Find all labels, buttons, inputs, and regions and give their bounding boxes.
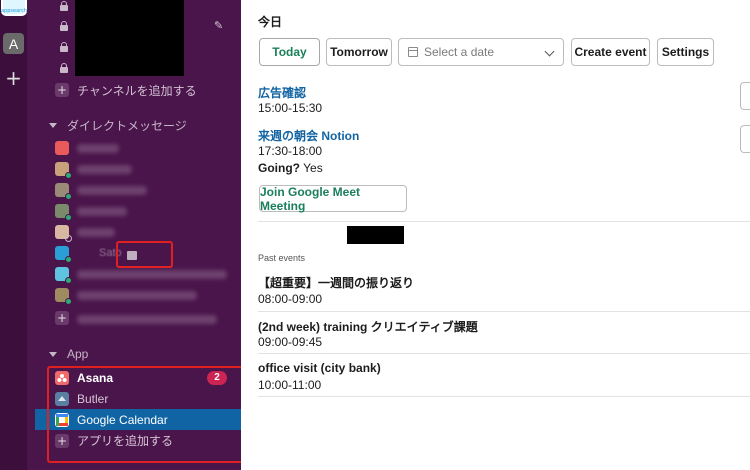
event-time: 15:00-15:30 bbox=[258, 101, 323, 115]
add-channel-item[interactable]: + チャンネルを追加する bbox=[55, 80, 197, 100]
settings-button[interactable]: Settings bbox=[657, 38, 714, 66]
avatar[interactable] bbox=[55, 162, 72, 179]
event-title[interactable]: 来週の朝会 Notion bbox=[258, 127, 359, 144]
workspace-top-label: appsearch bbox=[0, 8, 28, 14]
event-action-button[interactable] bbox=[740, 125, 750, 153]
workspace-appsearch-icon[interactable]: appsearch bbox=[1, 0, 27, 16]
add-dm-button[interactable]: + bbox=[55, 311, 69, 325]
blurred-dm-name bbox=[77, 186, 147, 195]
add-channel-label: チャンネルを追加する bbox=[77, 83, 197, 98]
tomorrow-button[interactable]: Tomorrow bbox=[326, 38, 392, 66]
going-value: Yes bbox=[303, 161, 323, 175]
compose-icon[interactable]: ✎ bbox=[214, 19, 223, 32]
avatar[interactable] bbox=[55, 225, 72, 242]
event-title[interactable]: 広告確認 bbox=[258, 84, 306, 101]
past-event-time: 09:00-09:45 bbox=[258, 335, 323, 349]
page-title: 今日 bbox=[258, 15, 283, 29]
blurred-dm-name bbox=[77, 144, 119, 153]
plus-icon: + bbox=[55, 83, 69, 97]
avatar[interactable] bbox=[55, 246, 72, 263]
past-event-time: 10:00-11:00 bbox=[258, 378, 322, 392]
avatar[interactable] bbox=[55, 141, 69, 155]
redacted-channel-names bbox=[75, 0, 184, 76]
blurred-dm-name bbox=[77, 315, 217, 324]
blurred-dm-name bbox=[77, 270, 227, 279]
blurred-dm-name bbox=[77, 291, 197, 300]
create-event-button[interactable]: Create event bbox=[571, 38, 650, 66]
avatar[interactable] bbox=[55, 267, 72, 284]
date-select[interactable]: Select a date bbox=[398, 38, 564, 66]
calendar-panel: 今日 Today Tomorrow Select a date Create e… bbox=[241, 0, 750, 470]
lock-icon bbox=[60, 63, 68, 73]
avatar[interactable] bbox=[55, 183, 72, 200]
highlight-box bbox=[47, 366, 258, 463]
dm-section-label: ダイレクトメッセージ bbox=[67, 119, 187, 133]
going-status: Going? Yes bbox=[258, 161, 323, 175]
caret-down-icon bbox=[49, 351, 57, 357]
blurred-dm-name bbox=[77, 165, 132, 174]
avatar[interactable] bbox=[55, 288, 72, 305]
lock-icon bbox=[60, 21, 68, 31]
redacted-block bbox=[347, 226, 404, 244]
going-label: Going? bbox=[258, 161, 300, 175]
highlight-box bbox=[116, 241, 173, 268]
divider bbox=[258, 221, 750, 222]
workspace-rail: appsearch A + bbox=[0, 0, 27, 470]
calendar-icon bbox=[408, 47, 418, 57]
past-event-title[interactable]: (2nd week) training クリエイティブ課題 bbox=[258, 318, 478, 335]
blurred-dm-name bbox=[77, 228, 115, 237]
event-time: 17:30-18:00 bbox=[258, 144, 323, 158]
sidebar: ✎ + チャンネルを追加する ダイレクトメッセージ Sato + App Asa… bbox=[27, 0, 258, 470]
blurred-dm-name bbox=[77, 207, 127, 216]
past-events-label: Past events bbox=[258, 253, 306, 263]
join-meet-button[interactable]: Join Google Meet Meeting bbox=[259, 185, 407, 213]
app-section-label: App bbox=[67, 347, 89, 361]
event-action-button[interactable] bbox=[740, 82, 750, 110]
divider bbox=[258, 353, 750, 354]
app-section-header[interactable]: App bbox=[49, 347, 88, 361]
lock-icon bbox=[60, 42, 68, 52]
chevron-down-icon bbox=[544, 46, 555, 57]
past-event-title[interactable]: 【超重要】一週間の振り返り bbox=[258, 274, 414, 291]
dm-section-header[interactable]: ダイレクトメッセージ bbox=[49, 117, 187, 134]
divider bbox=[258, 311, 750, 312]
date-select-placeholder: Select a date bbox=[424, 45, 495, 59]
caret-down-icon bbox=[49, 123, 57, 128]
lock-icon bbox=[60, 1, 68, 11]
past-event-title[interactable]: office visit (city bank) bbox=[258, 361, 381, 375]
add-workspace-button[interactable]: + bbox=[4, 68, 23, 88]
today-button[interactable]: Today bbox=[259, 38, 320, 66]
avatar[interactable] bbox=[55, 204, 72, 221]
divider bbox=[258, 396, 750, 397]
workspace-a-button[interactable]: A bbox=[3, 33, 24, 54]
past-event-time: 08:00-09:00 bbox=[258, 292, 323, 306]
